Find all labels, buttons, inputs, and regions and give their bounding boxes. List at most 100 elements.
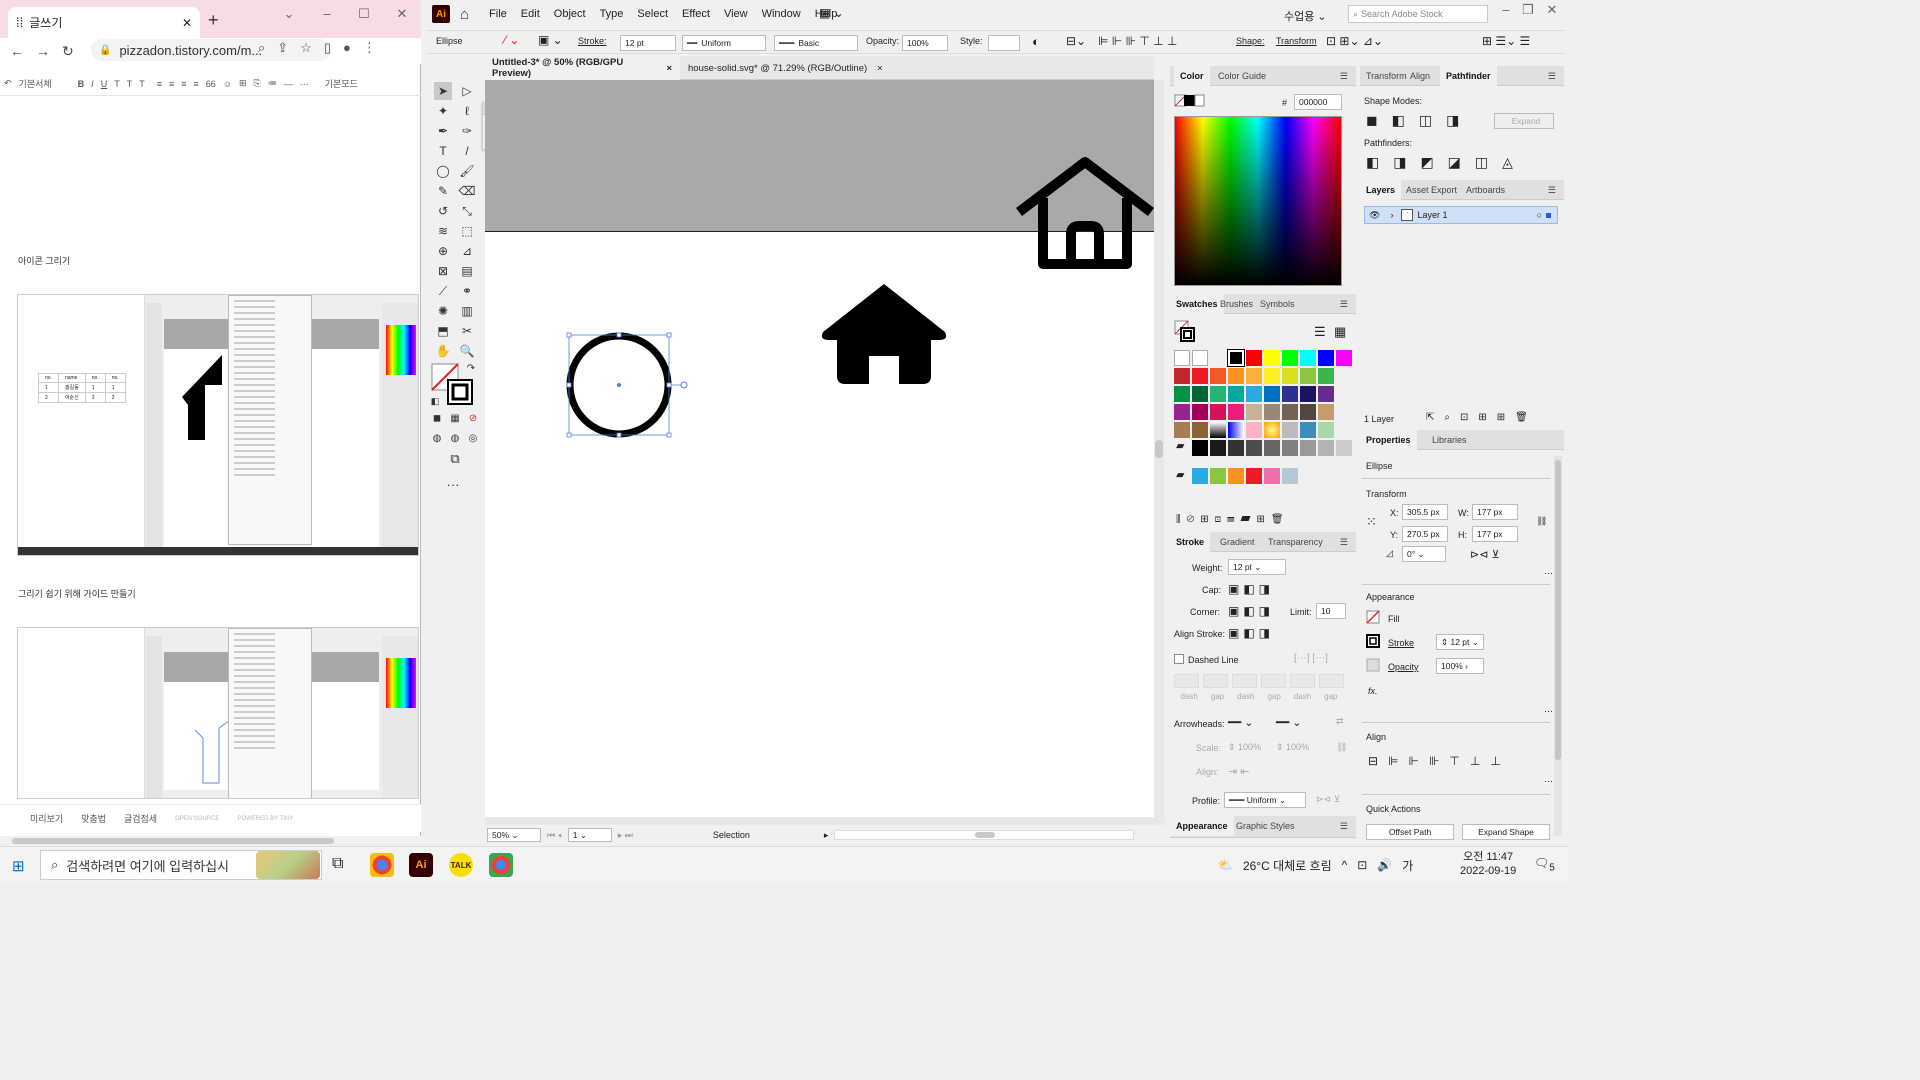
align-buttons[interactable]: ⊫ ⊩ ⊪ ⊤ ⊥ ⊥ (1098, 34, 1177, 48)
grid-view-icon[interactable]: ▦ (1334, 324, 1346, 340)
emoji-button[interactable]: ☺ (223, 79, 232, 89)
flip-profile-icons[interactable]: ⊳⊲ ⊻ (1316, 794, 1340, 805)
eyedropper-icon[interactable]: ⟋ (434, 282, 452, 300)
slice-tool-icon[interactable]: ✂ (458, 322, 476, 340)
menu-file[interactable]: File (489, 8, 507, 20)
stroke-menu-icon[interactable]: ☰ (1334, 532, 1354, 552)
selection-indicator[interactable] (1546, 212, 1551, 218)
tab-symbols[interactable]: Symbols (1254, 294, 1301, 314)
tab-stroke[interactable]: Stroke (1170, 532, 1211, 552)
swap-fill-stroke-icon[interactable]: ↷ (462, 360, 480, 378)
volume-icon[interactable]: 🔊 (1377, 858, 1392, 872)
type-tool-icon[interactable]: T (434, 142, 452, 160)
font-select[interactable]: 기본서체 (19, 77, 52, 90)
task-view-icon[interactable]: ⧉ (332, 855, 343, 873)
default-fill-stroke-icon[interactable]: ◧ (426, 392, 444, 410)
sidepanel-icon[interactable]: ▯ (324, 40, 331, 56)
offset-path-button[interactable]: Offset Path (1366, 824, 1454, 840)
menu-type[interactable]: Type (600, 8, 624, 20)
shape-label[interactable]: Shape: (1236, 36, 1265, 46)
shaper-tool-icon[interactable]: ✎ (434, 182, 452, 200)
color-spectrum[interactable] (1174, 116, 1342, 286)
dashed-checkbox[interactable] (1174, 654, 1184, 664)
color-fill-stroke-icon[interactable] (1174, 94, 1206, 108)
align-right-button[interactable]: ≡ (181, 79, 186, 89)
recolor-icon[interactable]: ◐ (1032, 34, 1040, 49)
house-solid-icon[interactable] (819, 280, 949, 388)
hand-tool-icon[interactable]: ✋ (434, 342, 452, 360)
menu-view[interactable]: View (724, 8, 748, 20)
gradient-tool-icon[interactable]: ▤ (458, 262, 476, 280)
y-input[interactable]: 270.5 px (1402, 526, 1448, 542)
search-highlight-image[interactable] (256, 851, 320, 879)
expand-layer-icon[interactable]: › (1390, 210, 1393, 220)
table-button[interactable]: ⊞ (239, 78, 247, 89)
align-object-buttons[interactable]: ⊟⊫⊩⊪⊤⊥⊥ (1368, 754, 1511, 768)
tab-color[interactable]: Color (1174, 66, 1210, 86)
italic-button[interactable]: I (91, 79, 94, 89)
share-icon[interactable]: ⇪ (277, 40, 288, 56)
brush-select[interactable]: ━━━ Basic (774, 35, 858, 51)
menu-select[interactable]: Select (637, 8, 668, 20)
reload-icon[interactable]: ↻ (62, 43, 74, 60)
align-more-icon[interactable]: ··· (1544, 776, 1553, 786)
tab-align[interactable]: Align (1404, 66, 1436, 86)
align-arrow-buttons[interactable]: ⇥ ⇤ (1228, 765, 1250, 778)
status-menu-arrow[interactable]: ▸ (824, 830, 829, 841)
close-tab-icon[interactable]: ✕ (182, 16, 192, 30)
props-opacity-input[interactable]: 100% › (1436, 658, 1484, 674)
close-window-button[interactable]: ✕ (390, 6, 414, 22)
bookmark-star-icon[interactable]: ☆ (300, 40, 312, 56)
artboard-nav-next[interactable]: ▸ ⏭ (618, 830, 633, 841)
scale-start[interactable]: ⇕ 100% (1228, 742, 1261, 753)
align-justify-button[interactable]: ≡ (193, 79, 198, 89)
tab-libraries[interactable]: Libraries (1426, 430, 1473, 450)
bg-color-button[interactable]: T (139, 79, 145, 89)
tab-graphic-styles[interactable]: Graphic Styles (1230, 816, 1301, 836)
stroke-swatch[interactable] (1366, 634, 1380, 648)
weather-text[interactable]: 26°C 대체로 흐림 (1243, 857, 1332, 874)
undo-icon[interactable]: ↶ (4, 78, 12, 89)
illustrator-taskbar-icon[interactable]: Ai (409, 853, 433, 877)
scale-tool-icon[interactable]: ⤡ (458, 202, 476, 220)
hex-input[interactable]: 000000 (1294, 94, 1342, 110)
limit-input[interactable]: 10 (1316, 603, 1346, 619)
angle-input[interactable]: 0° ⌄ (1402, 546, 1446, 562)
menu-effect[interactable]: Effect (682, 8, 710, 20)
magic-wand-icon[interactable]: ✦ (434, 102, 452, 120)
tab-artboards[interactable]: Artboards (1460, 180, 1511, 200)
h-input[interactable]: 177 px (1472, 526, 1518, 542)
transform-label[interactable]: Transform (1276, 36, 1317, 46)
kakaotalk-taskbar-icon[interactable]: TALK (449, 853, 473, 877)
layer-name[interactable]: Layer 1 (1417, 210, 1536, 220)
swatches-menu-icon[interactable]: ☰ (1334, 294, 1354, 314)
artboard-nav-prev[interactable]: ⏮ ◂ (547, 830, 562, 841)
tab-properties[interactable]: Properties (1360, 430, 1417, 450)
stock-search-input[interactable]: ⌕ Search Adobe Stock (1348, 5, 1488, 23)
fill-none-icon[interactable]: ⁄ ⌄ (504, 33, 519, 47)
forward-icon[interactable]: → (36, 43, 50, 59)
dash-inputs[interactable] (1174, 674, 1344, 688)
scale-end[interactable]: ⇕ 100% (1276, 742, 1309, 753)
network-icon[interactable]: ⊡ (1357, 858, 1367, 872)
more-button[interactable]: ··· (300, 79, 309, 89)
opacity-link[interactable]: Opacity (1388, 662, 1419, 672)
reference-point-icon[interactable]: ⁙ (1366, 514, 1377, 530)
control-extra-icons[interactable]: ⊡ ⊞⌄ ⊿⌄ (1326, 34, 1383, 48)
vertical-scrollbar[interactable] (1154, 80, 1164, 817)
artboard-canvas[interactable] (485, 80, 1154, 817)
tab-asset-export[interactable]: Asset Export (1400, 180, 1463, 200)
gradient-mode-icon[interactable]: ▦ (446, 410, 464, 428)
menu-edit[interactable]: Edit (521, 8, 540, 20)
status-scroll[interactable] (834, 830, 1135, 840)
w-input[interactable]: 177 px (1472, 504, 1518, 520)
ellipse-tool-icon[interactable]: ◯ (434, 162, 452, 180)
props-stroke-input[interactable]: ⇕ 12 pt ⌄ (1436, 634, 1484, 650)
pathfinder-menu-icon[interactable]: ☰ (1542, 66, 1562, 86)
align-stroke-buttons[interactable]: ▣◧◨ (1228, 626, 1274, 640)
zoom-icon[interactable]: ⌕ (258, 40, 265, 56)
menu-icon[interactable]: ⋮ (363, 40, 376, 56)
chrome-taskbar-icon-2[interactable] (489, 853, 513, 877)
underline-button[interactable]: U (101, 79, 108, 89)
align-center-button[interactable]: ≡ (169, 79, 174, 89)
